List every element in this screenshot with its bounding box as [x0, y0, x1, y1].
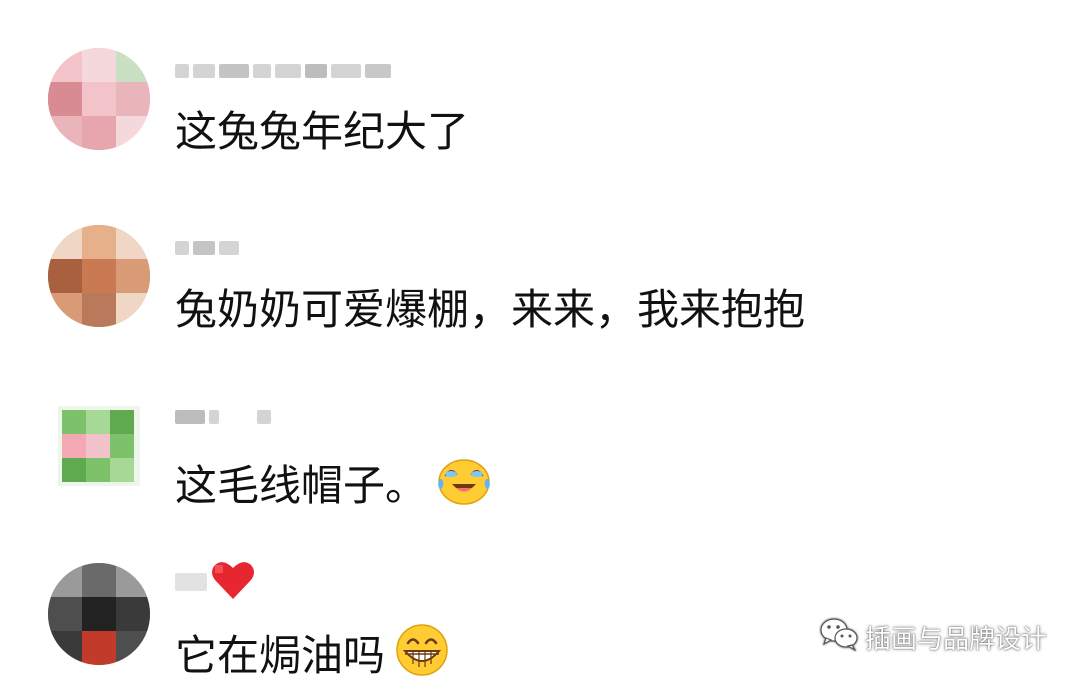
comment-text: 这兔兔年纪大了: [175, 106, 469, 158]
tears-of-joy-icon: [437, 455, 491, 517]
comment-text-content: 它在焗油吗: [175, 631, 386, 680]
username-blurred[interactable]: [175, 402, 271, 432]
comment-text-content: 这毛线帽子。: [175, 461, 428, 510]
avatar-image: [48, 563, 150, 665]
comment-text-content: 兔奶奶可爱爆棚，来来，我来抱抱: [175, 285, 806, 334]
avatar-image: [48, 225, 150, 327]
username-blurred[interactable]: [175, 56, 391, 86]
username-blurred[interactable]: [175, 233, 239, 263]
comment-feed: 这兔兔年纪大了 兔奶奶可爱爆棚，来来，我来抱抱 这毛线帽子。 它在焗油吗 插画与…: [0, 0, 1080, 687]
comment-text: 兔奶奶可爱爆棚，来来，我来抱抱: [175, 284, 805, 336]
watermark-text: 插画与品牌设计: [864, 625, 1047, 655]
comment-text: 它在焗油吗: [175, 623, 449, 687]
avatar-image: [58, 406, 140, 486]
avatar[interactable]: [48, 48, 150, 150]
username-blurred[interactable]: [175, 562, 255, 599]
avatar[interactable]: [48, 563, 150, 665]
wechat-icon: [819, 617, 859, 658]
comment-text-content: 这兔兔年纪大了: [175, 107, 470, 156]
avatar[interactable]: [48, 225, 150, 327]
grinning-icon: [395, 623, 449, 687]
comment-text: 这毛线帽子。: [175, 455, 491, 517]
avatar-image: [48, 48, 150, 150]
red-heart-icon: [211, 559, 255, 605]
watermark: 插画与品牌设计: [819, 617, 1047, 658]
avatar[interactable]: [48, 392, 150, 494]
